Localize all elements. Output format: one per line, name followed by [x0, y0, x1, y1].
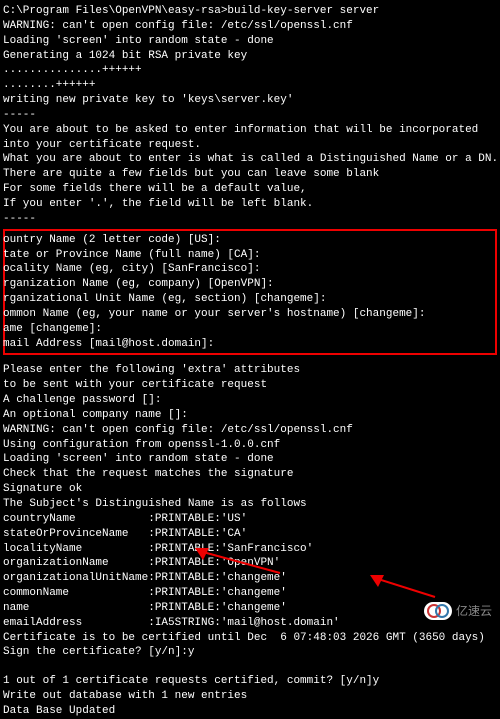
output-line: What you are about to enter is what is c…: [3, 152, 497, 167]
output-line: to be sent with your certificate request: [3, 378, 497, 393]
output-line: Loading 'screen' into random state - don…: [3, 452, 497, 467]
prompt-line: ame [changeme]:: [3, 322, 494, 337]
output-line: Using configuration from openssl-1.0.0.c…: [3, 438, 497, 453]
prompt-line: rganization Name (eg, company) [OpenVPN]…: [3, 277, 494, 292]
output-line: Write out database with 1 new entries: [3, 689, 497, 704]
output-line: organizationName :PRINTABLE:'OpenVPN': [3, 556, 497, 571]
output-line: -----: [3, 108, 497, 123]
command-line: C:\Program Files\OpenVPN\easy-rsa>build-…: [3, 4, 497, 19]
output-line: into your certificate request.: [3, 138, 497, 153]
output-line: WARNING: can't open config file: /etc/ss…: [3, 19, 497, 34]
prompt-line: ocality Name (eg, city) [SanFrancisco]:: [3, 262, 494, 277]
output-line: Certificate is to be certified until Dec…: [3, 631, 497, 646]
sign-prompt: Sign the certificate? [y/n]:y: [3, 645, 497, 660]
output-line: An optional company name []:: [3, 408, 497, 423]
output-line: Signature ok: [3, 482, 497, 497]
output-line: ...............++++++: [3, 63, 497, 78]
output-line: For some fields there will be a default …: [3, 182, 497, 197]
output-line: -----: [3, 212, 497, 227]
prompt-line: rganizational Unit Name (eg, section) [c…: [3, 292, 494, 307]
output-line: name :PRINTABLE:'changeme': [3, 601, 497, 616]
prompt-line: ommon Name (eg, your name or your server…: [3, 307, 494, 322]
output-line: writing new private key to 'keys\server.…: [3, 93, 497, 108]
output-line: countryName :PRINTABLE:'US': [3, 512, 497, 527]
prompt-line: ountry Name (2 letter code) [US]:: [3, 233, 494, 248]
output-line: Generating a 1024 bit RSA private key: [3, 49, 497, 64]
output-line: If you enter '.', the field will be left…: [3, 197, 497, 212]
output-line: organizationalUnitName:PRINTABLE:'change…: [3, 571, 497, 586]
output-line: emailAddress :IA5STRING:'mail@host.domai…: [3, 616, 497, 631]
logo-icon: [424, 602, 452, 620]
prompt-line: mail Address [mail@host.domain]:: [3, 337, 494, 352]
output-line: You are about to be asked to enter infor…: [3, 123, 497, 138]
output-line: commonName :PRINTABLE:'changeme': [3, 586, 497, 601]
commit-prompt: 1 out of 1 certificate requests certifie…: [3, 674, 497, 689]
prompt-line: tate or Province Name (full name) [CA]:: [3, 248, 494, 263]
output-line: stateOrProvinceName :PRINTABLE:'CA': [3, 527, 497, 542]
output-line: WARNING: can't open config file: /etc/ss…: [3, 423, 497, 438]
output-line: There are quite a few fields but you can…: [3, 167, 497, 182]
terminal-output: C:\Program Files\OpenVPN\easy-rsa>build-…: [3, 4, 497, 719]
output-line: Check that the request matches the signa…: [3, 467, 497, 482]
output-line: localityName :PRINTABLE:'SanFrancisco': [3, 542, 497, 557]
highlight-box: ountry Name (2 letter code) [US]: tate o…: [3, 229, 497, 356]
output-line: A challenge password []:: [3, 393, 497, 408]
watermark: 亿速云: [424, 602, 492, 620]
output-line: Loading 'screen' into random state - don…: [3, 34, 497, 49]
output-line: ........++++++: [3, 78, 497, 93]
output-line: Data Base Updated: [3, 704, 497, 719]
output-line: Please enter the following 'extra' attri…: [3, 363, 497, 378]
output-line: The Subject's Distinguished Name is as f…: [3, 497, 497, 512]
watermark-text: 亿速云: [456, 603, 492, 619]
